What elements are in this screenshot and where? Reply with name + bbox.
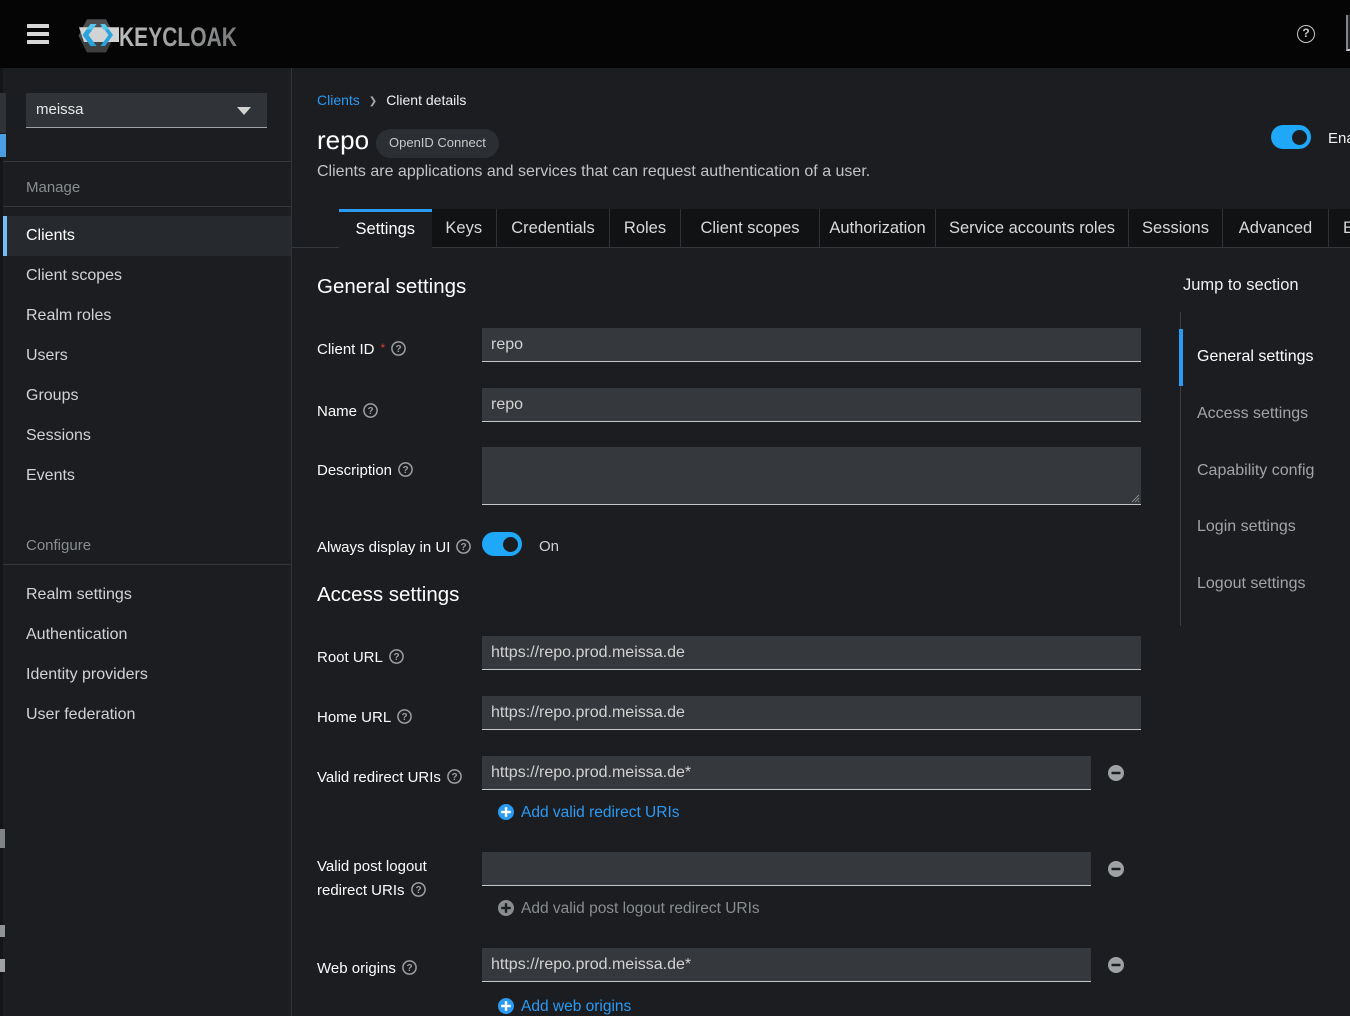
- svg-text:?: ?: [461, 542, 467, 553]
- svg-text:KEYCLOAK: KEYCLOAK: [119, 22, 237, 52]
- svg-text:?: ?: [393, 652, 399, 663]
- svg-text:?: ?: [396, 344, 402, 355]
- svg-text:?: ?: [402, 465, 408, 476]
- svg-text:?: ?: [402, 712, 408, 723]
- svg-text:?: ?: [451, 772, 457, 783]
- svg-text:?: ?: [415, 885, 421, 896]
- svg-text:?: ?: [367, 406, 373, 417]
- svg-text:?: ?: [406, 963, 412, 974]
